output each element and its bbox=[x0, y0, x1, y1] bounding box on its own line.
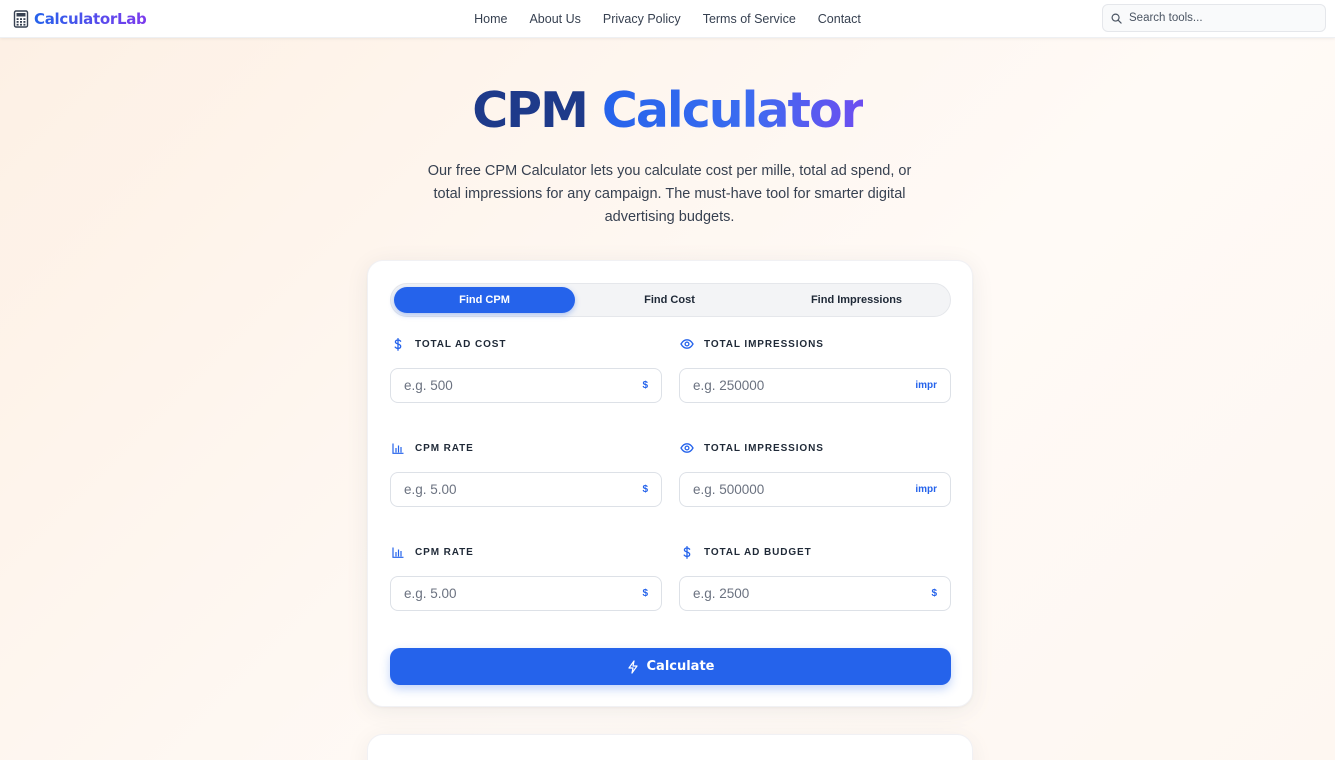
results-card bbox=[367, 734, 973, 760]
field-label-text: TOTAL IMPRESSIONS bbox=[704, 338, 824, 350]
cpm-rate-input[interactable] bbox=[404, 482, 643, 497]
nav-about-us[interactable]: About Us bbox=[518, 12, 591, 26]
field-label-text: TOTAL IMPRESSIONS bbox=[704, 442, 824, 454]
unit-badge: impr bbox=[915, 484, 937, 495]
field-label-cpm-rate: CPM RATE bbox=[391, 440, 474, 456]
brand-name: CalculatorLab bbox=[34, 10, 147, 28]
dollar-icon bbox=[680, 545, 694, 559]
tab-find-cpm[interactable]: Find CPM bbox=[394, 287, 575, 313]
calculator-card: Find CPM Find Cost Find Impressions TOTA… bbox=[367, 260, 973, 707]
page-title: CPM Calculator bbox=[0, 80, 1335, 142]
page-description: Our free CPM Calculator lets you calcula… bbox=[427, 163, 912, 225]
page-title-cpm: CPM bbox=[472, 82, 589, 139]
calculator-icon bbox=[13, 10, 29, 28]
search-input[interactable] bbox=[1129, 12, 1309, 24]
total-impressions-field-2[interactable]: impr bbox=[679, 472, 951, 507]
mode-tabs: Find CPM Find Cost Find Impressions bbox=[390, 283, 951, 317]
total-ad-cost-input[interactable] bbox=[404, 378, 643, 393]
cpm-rate-field-2[interactable]: $ bbox=[390, 576, 662, 611]
total-impressions-input[interactable] bbox=[693, 378, 916, 393]
total-ad-budget-input[interactable] bbox=[693, 586, 932, 601]
total-ad-budget-field[interactable]: $ bbox=[679, 576, 951, 611]
nav-privacy-policy[interactable]: Privacy Policy bbox=[592, 12, 692, 26]
eye-icon bbox=[680, 441, 694, 455]
unit-badge: $ bbox=[642, 588, 648, 599]
unit-badge: $ bbox=[642, 380, 648, 391]
eye-icon bbox=[680, 337, 694, 351]
total-impressions-field[interactable]: impr bbox=[679, 368, 951, 403]
field-label-total-ad-budget: TOTAL AD BUDGET bbox=[680, 544, 812, 560]
field-label-cpm-rate-2: CPM RATE bbox=[391, 544, 474, 560]
dollar-icon bbox=[391, 337, 405, 351]
unit-badge: $ bbox=[642, 484, 648, 495]
bar-chart-icon bbox=[391, 545, 405, 559]
field-label-total-ad-cost: TOTAL AD COST bbox=[391, 336, 506, 352]
nav-terms-of-service[interactable]: Terms of Service bbox=[692, 12, 807, 26]
total-ad-cost-field[interactable]: $ bbox=[390, 368, 662, 403]
calculate-button[interactable]: Calculate bbox=[390, 648, 951, 685]
cpm-rate-field[interactable]: $ bbox=[390, 472, 662, 507]
nav-home[interactable]: Home bbox=[463, 12, 518, 26]
search-icon bbox=[1111, 13, 1122, 24]
unit-badge: $ bbox=[931, 588, 937, 599]
nav-contact[interactable]: Contact bbox=[807, 12, 872, 26]
field-label-text: TOTAL AD COST bbox=[415, 338, 507, 350]
field-label-total-impressions: TOTAL IMPRESSIONS bbox=[680, 336, 824, 352]
bar-chart-icon bbox=[391, 441, 405, 455]
page-title-calculator: Calculator bbox=[601, 82, 865, 139]
field-label-text: CPM RATE bbox=[415, 546, 474, 558]
brand-logo[interactable]: CalculatorLab bbox=[13, 8, 147, 30]
tab-find-impressions[interactable]: Find Impressions bbox=[764, 287, 949, 313]
top-navbar: CalculatorLab Home About Us Privacy Poli… bbox=[0, 0, 1335, 38]
tab-find-cost[interactable]: Find Cost bbox=[579, 287, 760, 313]
field-label-text: CPM RATE bbox=[415, 442, 474, 454]
lightning-icon bbox=[627, 659, 638, 674]
field-label-total-impressions-2: TOTAL IMPRESSIONS bbox=[680, 440, 824, 456]
search-box[interactable] bbox=[1102, 4, 1326, 32]
field-label-text: TOTAL AD BUDGET bbox=[704, 546, 812, 558]
unit-badge: impr bbox=[915, 380, 937, 391]
total-impressions-input-2[interactable] bbox=[693, 482, 916, 497]
calculate-button-label: Calculate bbox=[646, 659, 715, 674]
cpm-rate-input-2[interactable] bbox=[404, 586, 643, 601]
